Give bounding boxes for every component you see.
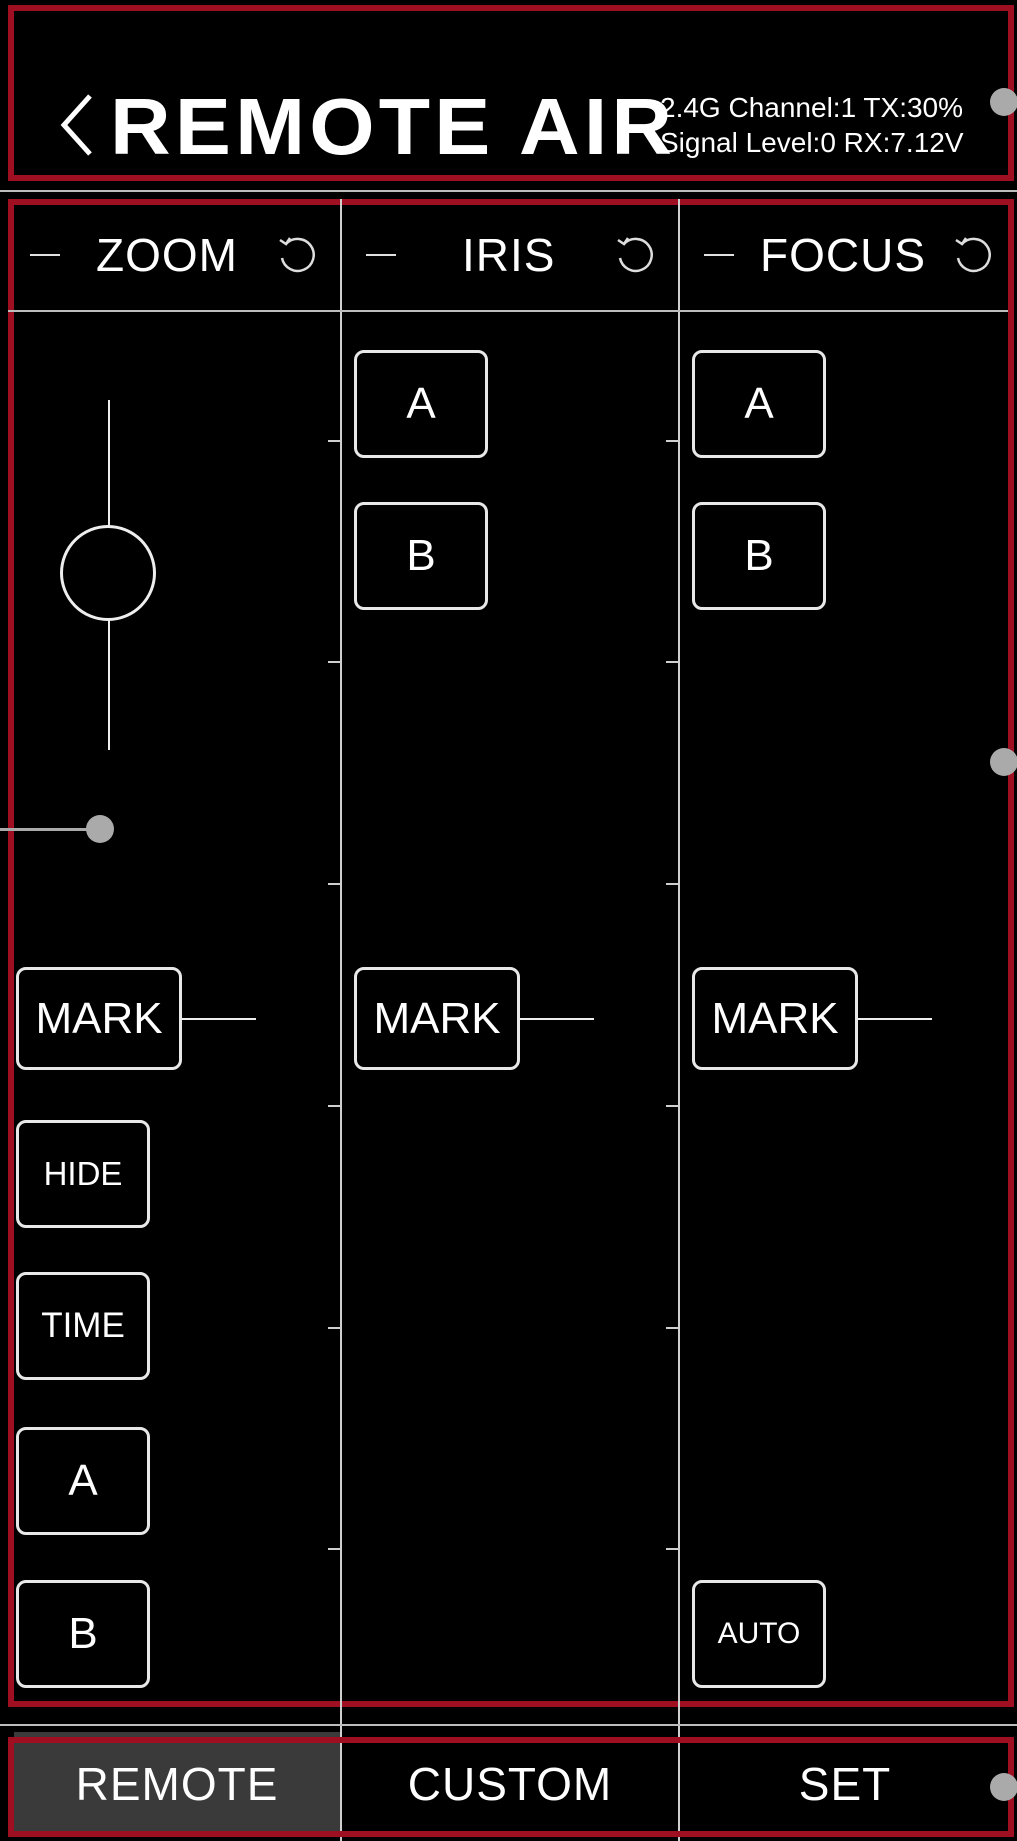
iris-minus-icon[interactable]	[366, 254, 396, 256]
controls-annotation-dot	[990, 748, 1017, 776]
back-button[interactable]	[58, 92, 98, 158]
app-title: REMOTE AIR	[110, 82, 677, 171]
focus-auto-label: AUTO	[717, 1617, 801, 1650]
scale-tick	[666, 440, 678, 442]
scale-tick	[666, 883, 678, 885]
zoom-reset-icon[interactable]	[276, 234, 320, 278]
zoom-mark-line	[182, 1018, 256, 1020]
iris-mark-button[interactable]: MARK	[354, 967, 520, 1070]
zoom-b-label: B	[68, 1609, 98, 1658]
column-header-divider	[8, 310, 1008, 312]
zoom-slider-knob[interactable]	[60, 525, 156, 621]
focus-minus-icon[interactable]	[704, 254, 734, 256]
focus-a-label: A	[744, 379, 774, 428]
iris-a-label: A	[406, 379, 436, 428]
zoom-time-label: TIME	[41, 1306, 125, 1345]
zoom-time-button[interactable]: TIME	[16, 1272, 150, 1380]
iris-mark-line	[520, 1018, 594, 1020]
column-divider-1	[340, 199, 342, 1841]
scale-tick	[666, 1327, 678, 1329]
tabbar-divider	[0, 1724, 1017, 1726]
status-line-1: 2.4G Channel:1 TX:30%	[660, 92, 964, 123]
zoom-slider[interactable]	[58, 400, 162, 752]
zoom-column-label: ZOOM	[96, 229, 238, 281]
iris-mark-label: MARK	[373, 993, 501, 1043]
scale-tick	[666, 1548, 678, 1550]
focus-b-label: B	[744, 531, 774, 580]
focus-auto-button[interactable]: AUTO	[692, 1580, 826, 1688]
iris-column-label: IRIS	[462, 229, 556, 281]
zoom-hide-button[interactable]: HIDE	[16, 1120, 150, 1228]
header-annotation-dot	[990, 88, 1017, 116]
iris-b-label: B	[406, 531, 436, 580]
scale-tick	[666, 1105, 678, 1107]
scale-tick	[328, 440, 340, 442]
scale-tick	[328, 1105, 340, 1107]
scale-tick	[666, 661, 678, 663]
zoom-mark-label: MARK	[35, 993, 163, 1043]
tabbar-annotation-dot	[990, 1773, 1017, 1801]
focus-mark-button[interactable]: MARK	[692, 967, 858, 1070]
zoom-slider-track-top	[108, 400, 110, 526]
focus-mark-line	[858, 1018, 932, 1020]
zoom-annotation-line	[0, 828, 90, 831]
scale-tick	[328, 661, 340, 663]
zoom-a-button[interactable]: A	[16, 1427, 150, 1535]
zoom-mark-button[interactable]: MARK	[16, 967, 182, 1070]
iris-reset-icon[interactable]	[614, 234, 658, 278]
focus-mark-label: MARK	[711, 993, 839, 1043]
chevron-left-icon	[60, 94, 92, 156]
iris-a-button[interactable]: A	[354, 350, 488, 458]
zoom-hide-label: HIDE	[43, 1155, 123, 1192]
header-divider	[0, 190, 1017, 192]
zoom-a-label: A	[68, 1456, 98, 1505]
zoom-b-button[interactable]: B	[16, 1580, 150, 1688]
scale-tick	[328, 1327, 340, 1329]
column-divider-2	[678, 199, 680, 1841]
focus-column-label: FOCUS	[760, 229, 926, 281]
focus-b-button[interactable]: B	[692, 502, 826, 610]
iris-b-button[interactable]: B	[354, 502, 488, 610]
status-line-2: Signal Level:0 RX:7.12V	[660, 127, 964, 158]
zoom-slider-track-bottom	[108, 620, 110, 750]
scale-tick	[328, 883, 340, 885]
scale-tick	[328, 1548, 340, 1550]
tabbar-frame	[8, 1737, 1014, 1837]
focus-reset-icon[interactable]	[952, 234, 996, 278]
focus-a-button[interactable]: A	[692, 350, 826, 458]
zoom-annotation-dot	[86, 815, 114, 843]
zoom-minus-icon[interactable]	[30, 254, 60, 256]
